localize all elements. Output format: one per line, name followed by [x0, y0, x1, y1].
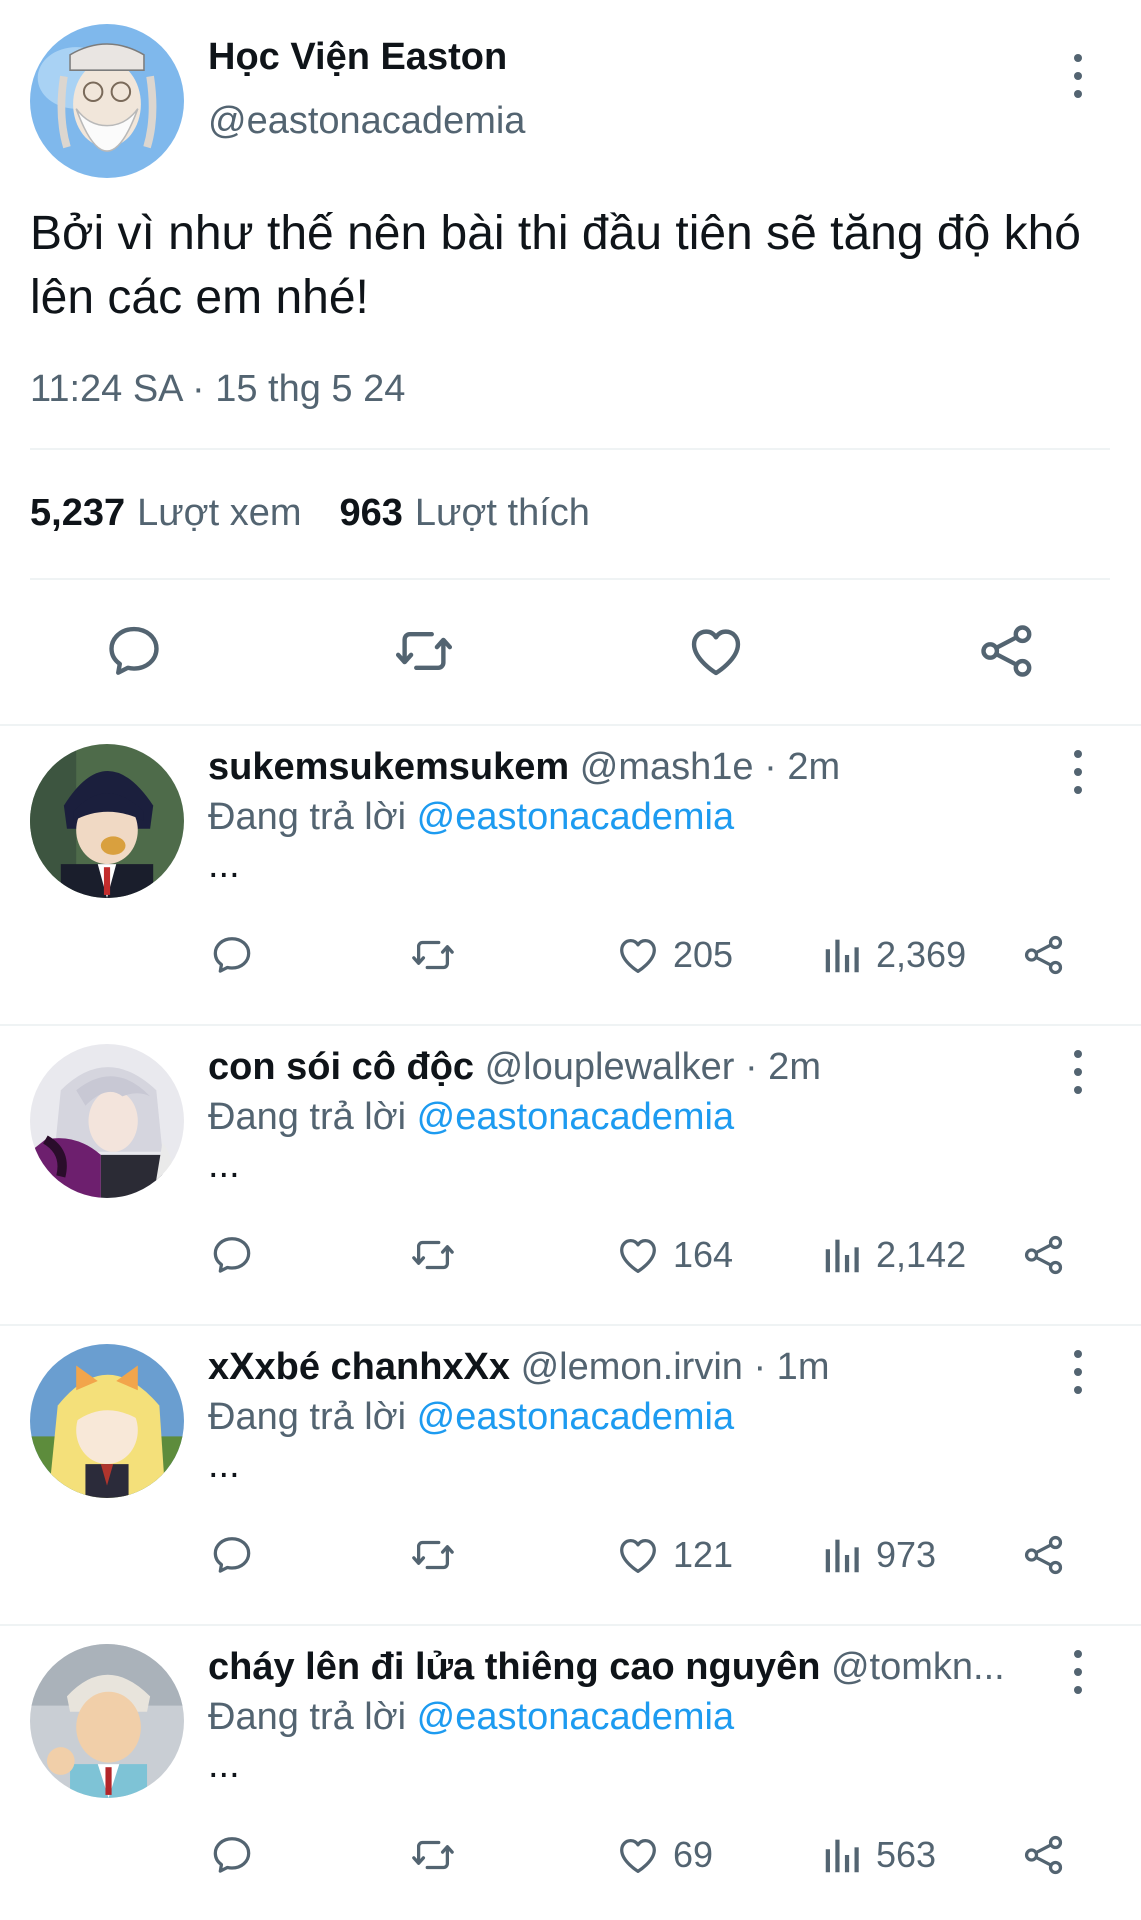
likes-label[interactable]: Lượt thích	[415, 492, 590, 534]
heart-icon[interactable]	[685, 620, 747, 682]
views-label: Lượt xem	[137, 492, 302, 534]
views-icon[interactable]	[820, 1232, 866, 1278]
display-name[interactable]: sukemsukemsukem	[208, 746, 569, 788]
avatar[interactable]	[30, 1044, 184, 1198]
reply-tweet[interactable]: xXxbé chanhxXx @lemon.irvin · 1m Đang tr…	[0, 1326, 1141, 1626]
reply-icon[interactable]	[209, 1832, 255, 1878]
more-options-icon[interactable]	[1063, 1050, 1093, 1094]
reply-text: ...	[208, 844, 240, 886]
heart-icon[interactable]	[615, 1232, 661, 1278]
display-name[interactable]: con sói cô độc	[208, 1046, 474, 1088]
avatar[interactable]	[30, 1344, 184, 1498]
reply-actions: 121 973	[0, 1526, 1141, 1586]
likes-count[interactable]: 963	[340, 492, 403, 534]
reply-header: sukemsukemsukem @mash1e · 2m	[208, 746, 1038, 789]
mention-link[interactable]: @eastonacademia	[417, 1396, 734, 1438]
retweet-icon[interactable]	[410, 1832, 456, 1878]
reply-header: cháy lên đi lửa thiêng cao nguyên @tomkn…	[208, 1646, 1038, 1689]
display-name[interactable]: Học Viện Easton	[208, 36, 507, 79]
avatar[interactable]	[30, 744, 184, 898]
reply-icon[interactable]	[209, 1532, 255, 1578]
views-icon[interactable]	[820, 1832, 866, 1878]
tweet-thread-page: Học Viện Easton @eastonacademia Bởi vì n…	[0, 0, 1141, 1920]
mention-link[interactable]: @eastonacademia	[417, 1096, 734, 1138]
mention-link[interactable]: @eastonacademia	[417, 796, 734, 838]
avatar-image	[30, 744, 184, 898]
main-tweet: Học Viện Easton @eastonacademia Bởi vì n…	[0, 0, 1141, 726]
views-count: 5,237	[30, 492, 126, 534]
view-count: 973	[876, 1534, 937, 1575]
divider	[30, 448, 1110, 450]
views-icon[interactable]	[820, 1532, 866, 1578]
more-options-icon[interactable]	[1063, 750, 1093, 794]
view-count: 2,369	[876, 934, 967, 975]
reply-tweet[interactable]: cháy lên đi lửa thiêng cao nguyên @tomkn…	[0, 1626, 1141, 1920]
share-icon[interactable]	[1021, 1232, 1067, 1278]
replying-to: Đang trả lời @eastonacademia	[208, 1696, 734, 1739]
reply-actions: 69 563	[0, 1826, 1141, 1886]
display-name[interactable]: xXxbé chanhxXx	[208, 1346, 510, 1388]
reply-text: ...	[208, 1444, 240, 1486]
reply-icon[interactable]	[103, 620, 165, 682]
user-handle[interactable]: @tomkn...	[831, 1646, 1005, 1688]
like-count: 69	[673, 1834, 714, 1875]
heart-icon[interactable]	[615, 932, 661, 978]
replying-to: Đang trả lời @eastonacademia	[208, 1096, 734, 1139]
tweet-stats: 5,237 Lượt xem 963 Lượt thích	[30, 492, 590, 535]
like-count: 164	[673, 1234, 734, 1275]
share-icon[interactable]	[1021, 932, 1067, 978]
replying-label: Đang trả lời	[208, 1396, 407, 1438]
replying-label: Đang trả lời	[208, 1096, 407, 1138]
wizard-avatar-image	[30, 24, 184, 178]
share-icon[interactable]	[1021, 1532, 1067, 1578]
user-handle[interactable]: @lemon.irvin · 1m	[521, 1346, 830, 1388]
retweet-icon[interactable]	[393, 620, 455, 682]
reply-tweet[interactable]: con sói cô độc @louplewalker · 2m Đang t…	[0, 1026, 1141, 1326]
mention-link[interactable]: @eastonacademia	[417, 1696, 734, 1738]
reply-header: con sói cô độc @louplewalker · 2m	[208, 1046, 1038, 1089]
avatar[interactable]	[30, 1644, 184, 1798]
retweet-icon[interactable]	[410, 1232, 456, 1278]
view-count: 2,142	[876, 1234, 967, 1275]
more-options-icon[interactable]	[1063, 1650, 1093, 1694]
avatar-image	[30, 1044, 184, 1198]
tweet-text: Bởi vì như thế nên bài thi đầu tiên sẽ t…	[30, 207, 1081, 324]
reply-tweet[interactable]: sukemsukemsukem @mash1e · 2m Đang trả lờ…	[0, 726, 1141, 1026]
avatar-image	[30, 1344, 184, 1498]
replying-to: Đang trả lời @eastonacademia	[208, 796, 734, 839]
avatar-image	[30, 1644, 184, 1798]
view-count: 563	[876, 1834, 937, 1875]
tweet-timestamp[interactable]: 11:24 SA · 15 thg 5 24	[30, 368, 405, 411]
reply-icon[interactable]	[209, 932, 255, 978]
like-count: 205	[673, 934, 734, 975]
replying-to: Đang trả lời @eastonacademia	[208, 1396, 734, 1439]
divider	[30, 578, 1110, 580]
reply-text: ...	[208, 1144, 240, 1186]
share-icon[interactable]	[976, 620, 1038, 682]
user-handle[interactable]: @louplewalker · 2m	[485, 1046, 821, 1088]
heart-icon[interactable]	[615, 1532, 661, 1578]
reply-actions: 205 2,369	[0, 926, 1141, 986]
views-icon[interactable]	[820, 932, 866, 978]
user-handle[interactable]: @mash1e · 2m	[580, 746, 840, 788]
like-count: 121	[673, 1534, 734, 1575]
user-handle[interactable]: @eastonacademia	[208, 100, 525, 143]
replying-label: Đang trả lời	[208, 1696, 407, 1738]
heart-icon[interactable]	[615, 1832, 661, 1878]
reply-header: xXxbé chanhxXx @lemon.irvin · 1m	[208, 1346, 1038, 1389]
reply-actions: 164 2,142	[0, 1226, 1141, 1286]
retweet-icon[interactable]	[410, 1532, 456, 1578]
share-icon[interactable]	[1021, 1832, 1067, 1878]
avatar[interactable]	[30, 24, 184, 178]
display-name[interactable]: cháy lên đi lửa thiêng cao nguyên	[208, 1646, 820, 1688]
reply-text: ...	[208, 1744, 240, 1786]
more-options-icon[interactable]	[1063, 54, 1093, 98]
replying-label: Đang trả lời	[208, 796, 407, 838]
retweet-icon[interactable]	[410, 932, 456, 978]
reply-icon[interactable]	[209, 1232, 255, 1278]
more-options-icon[interactable]	[1063, 1350, 1093, 1394]
